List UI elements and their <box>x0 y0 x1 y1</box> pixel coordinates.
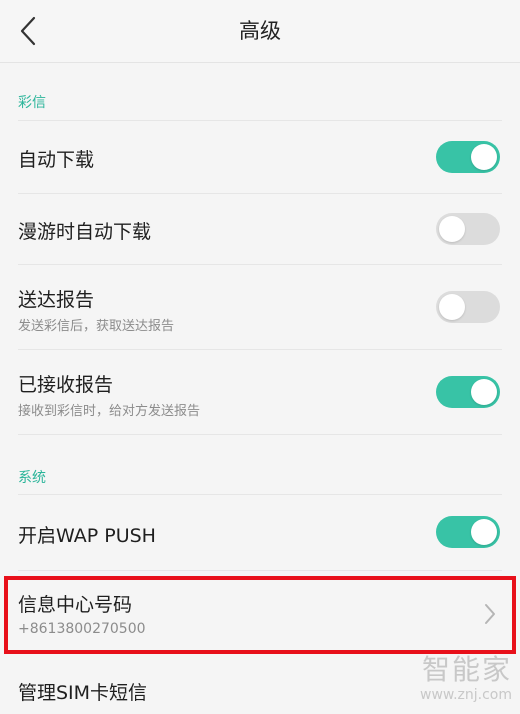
app-header: 高级 <box>0 0 520 63</box>
setting-row-roaming-download[interactable]: 漫游时自动下载 <box>0 194 520 264</box>
setting-row-wap-push[interactable]: 开启WAP PUSH <box>0 495 520 570</box>
toggle-knob <box>471 144 497 170</box>
wap-push-toggle[interactable] <box>436 516 500 548</box>
auto-download-toggle[interactable] <box>436 141 500 173</box>
divider <box>18 570 502 571</box>
divider <box>18 434 502 435</box>
setting-subtitle: 接收到彩信时，给对方发送报告 <box>18 404 201 419</box>
watermark-brand: 智能家 <box>421 653 512 686</box>
setting-subtitle: 发送彩信后，获取送达报告 <box>18 319 175 334</box>
roaming-download-toggle[interactable] <box>436 213 500 245</box>
watermark-url: www.znj.com <box>420 687 512 703</box>
setting-title: 已接收报告 <box>18 374 114 396</box>
chevron-right-icon <box>485 604 495 624</box>
setting-title: 漫游时自动下载 <box>18 221 152 243</box>
setting-title: 自动下载 <box>18 149 95 171</box>
toggle-knob <box>439 216 465 242</box>
toggle-knob <box>439 294 465 320</box>
setting-title: 开启WAP PUSH <box>18 525 156 547</box>
read-report-toggle[interactable] <box>436 376 500 408</box>
page-title: 高级 <box>239 19 281 43</box>
setting-row-message-center[interactable]: 信息中心号码 +8613800270500 <box>0 576 520 654</box>
toggle-knob <box>471 519 497 545</box>
setting-row-delivery-report[interactable]: 送达报告 发送彩信后，获取送达报告 <box>0 265 520 349</box>
delivery-report-toggle[interactable] <box>436 291 500 323</box>
setting-title: 送达报告 <box>18 289 95 311</box>
watermark: 智能家 www.znj.com <box>402 654 512 710</box>
setting-subtitle: +8613800270500 <box>18 621 146 637</box>
setting-title: 管理SIM卡短信 <box>18 682 148 704</box>
section-header-mms: 彩信 <box>18 95 46 111</box>
setting-row-auto-download[interactable]: 自动下载 <box>0 121 520 193</box>
toggle-knob <box>471 379 497 405</box>
setting-title: 信息中心号码 <box>18 594 133 616</box>
setting-row-read-report[interactable]: 已接收报告 接收到彩信时，给对方发送报告 <box>0 350 520 434</box>
section-header-system: 系统 <box>18 470 46 486</box>
